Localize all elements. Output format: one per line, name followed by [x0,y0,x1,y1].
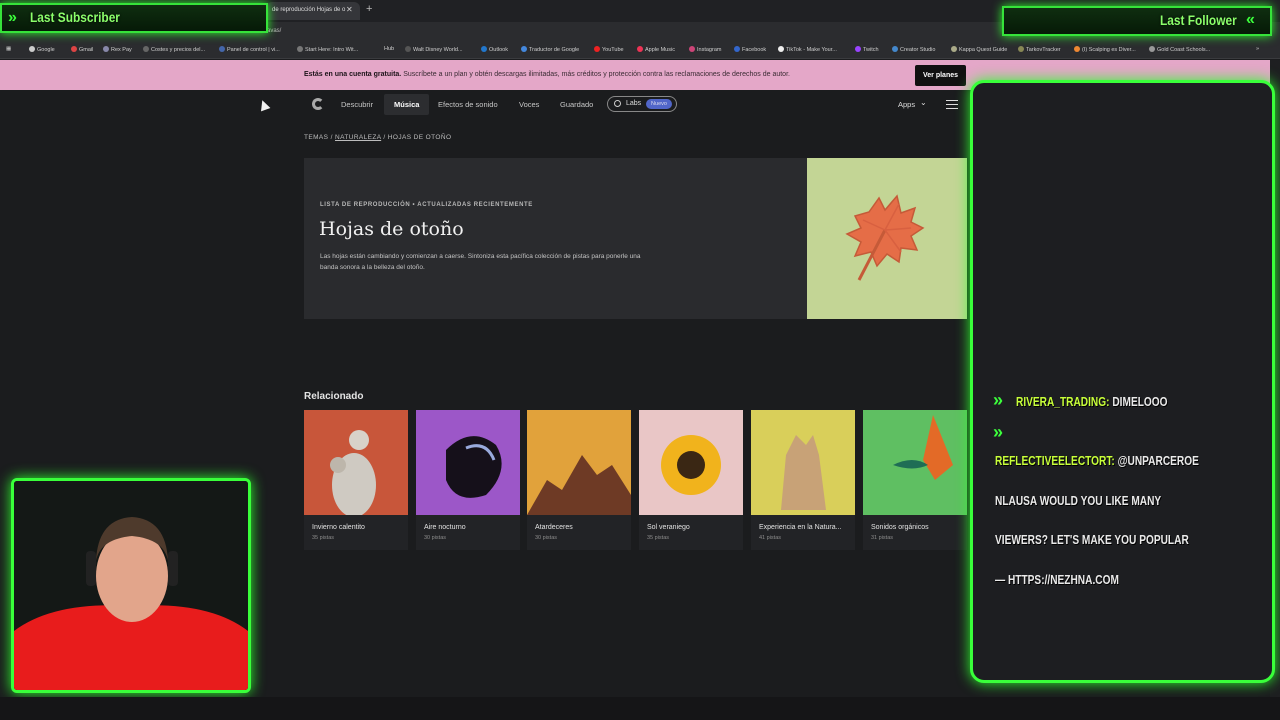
nav-saved[interactable]: Guardado [560,100,593,109]
site-logo-icon[interactable] [312,98,324,110]
card-title: Invierno calentito [312,524,365,531]
playlist-card[interactable]: Aire nocturno 30 pistas [416,410,520,550]
bookmark-disney[interactable]: Walt Disney World... [405,46,463,53]
bookmark-hub[interactable]: Hub [384,46,394,52]
playlist-card[interactable]: Atardeceres 30 pistas [527,410,631,550]
hamburger-menu-icon[interactable] [946,100,958,109]
bookmark-tiktok[interactable]: TikTok - Make Your... [778,46,837,53]
card-count: 35 pistas [647,535,670,541]
card-title: Sonidos orgánicos [871,524,929,531]
double-chevron-right-icon: » [8,9,17,26]
tab-title: de reproducción Hojas de o [272,7,346,13]
chevron-down-icon[interactable]: ⌄ [920,98,927,107]
nav-voices[interactable]: Voces [519,100,539,109]
bookmark-creator-studio[interactable]: Creator Studio [892,46,935,53]
chat-message-line: NLAUSA WOULD YOU LIKE MANY [995,493,1162,508]
bookmark-apple-music[interactable]: Apple Music [637,46,675,53]
card-count: 31 pistas [871,535,894,541]
card-count: 30 pistas [424,535,447,541]
banner-text: Estás en una cuenta gratuita. Suscríbete… [304,71,790,78]
taskbar [0,697,1280,720]
chat-message: RIVERA_TRADING: DIMELOOO [1016,394,1168,409]
bookmark-panel[interactable]: Panel de control | vi... [219,46,280,53]
labs-icon [614,100,621,107]
card-count: 30 pistas [535,535,558,541]
apps-grid-icon[interactable]: ▦ [6,46,11,52]
playlist-card[interactable]: Experiencia en la Natura... 41 pistas [751,410,855,550]
chat-chevron-icon: » [993,390,1003,410]
card-image [639,410,743,515]
stream-chat-panel: » RIVERA_TRADING: DIMELOOO » REFLECTIVEE… [970,80,1275,683]
card-image [863,410,967,515]
nav-music[interactable]: Música [384,94,430,115]
double-chevron-left-icon: « [1246,11,1255,28]
nav-sound-effects[interactable]: Efectos de sonido [438,100,498,109]
nav-discover[interactable]: Descubrir [341,100,373,109]
playlist-card[interactable]: Sonidos orgánicos 31 pistas [863,410,967,550]
breadcrumb-current: / HOJAS DE OTOÑO [381,134,452,141]
bookmarks-bar: ▦ Google Gmail Rex Pay Costes y precios … [0,40,1280,59]
new-tab-icon[interactable]: + [366,3,372,15]
playlist-hero: LISTA DE REPRODUCCIÓN • ACTUALIZADAS REC… [304,158,807,319]
bookmark-rexpay[interactable]: Rex Pay [103,46,132,53]
bookmark-twitch[interactable]: Twitch [855,46,879,53]
bookmark-gold-coast[interactable]: Gold Coast Schools... [1149,46,1210,53]
mouse-cursor-icon [257,98,271,112]
maple-leaf-artwork [807,158,967,319]
related-heading: Relacionado [304,391,364,402]
last-follower-label: Last Follower [1160,12,1237,28]
last-subscriber-label: Last Subscriber [30,9,120,25]
hero-eyebrow: LISTA DE REPRODUCCIÓN • ACTUALIZADAS REC… [320,202,533,208]
bookmark-scalping[interactable]: (I) Scalping es Diver... [1074,46,1136,53]
card-image [751,410,855,515]
hero-description: Las hojas están cambiando y comienzan a … [320,253,641,271]
card-title: Atardeceres [535,524,573,531]
labs-label: Labs [626,100,642,107]
page-title: Hojas de otoño [319,218,464,240]
tab-close-icon[interactable]: ✕ [346,5,353,14]
bookmark-youtube[interactable]: YouTube [594,46,624,53]
webcam-feed [11,478,251,693]
breadcrumb-nature[interactable]: NATURALEZA [335,134,381,141]
card-title: Aire nocturno [424,524,466,531]
card-image [304,410,408,515]
bookmark-gmail[interactable]: Gmail [71,46,93,53]
card-image [527,410,631,515]
chat-message-line: — HTTPS://NEZHNA.COM [995,572,1119,587]
chat-chevron-icon: » [993,422,1003,442]
breadcrumb-themes[interactable]: TEMAS / [304,134,335,141]
card-count: 41 pistas [759,535,782,541]
card-image [416,410,520,515]
breadcrumb: TEMAS / NATURALEZA / HOJAS DE OTOÑO [304,134,451,141]
bookmark-google[interactable]: Google [29,46,55,53]
more-bookmarks-icon[interactable]: » [1256,46,1259,52]
card-title: Sol veraniego [647,524,690,531]
playlist-card[interactable]: Sol veraniego 35 pistas [639,410,743,550]
card-title: Experiencia en la Natura... [759,524,842,531]
bookmark-tarkov[interactable]: TarkovTracker [1018,46,1061,53]
bookmark-instagram[interactable]: Instagram [689,46,721,53]
bookmark-translate[interactable]: Traductor de Google [521,46,579,53]
bookmark-facebook[interactable]: Facebook [734,46,766,53]
view-plans-button[interactable]: Ver planes [915,65,966,86]
new-badge: Nuevo [646,99,672,109]
bookmark-outlook[interactable]: Outlook [481,46,508,53]
chat-message: REFLECTIVEELECTORT: @UNPARCEROE [995,453,1199,468]
bookmark-kappa[interactable]: Kappa Quest Guide [951,46,1007,53]
bookmark-start-here[interactable]: Start Here: Intro Wit... [297,46,358,53]
playlist-card[interactable]: Invierno calentito 35 pistas [304,410,408,550]
bookmark-costes[interactable]: Costes y precios del... [143,46,205,53]
chat-message-line: VIEWERS? LET'S MAKE YOU POPULAR [995,532,1189,547]
apps-menu[interactable]: Apps [898,100,915,109]
card-count: 35 pistas [312,535,335,541]
